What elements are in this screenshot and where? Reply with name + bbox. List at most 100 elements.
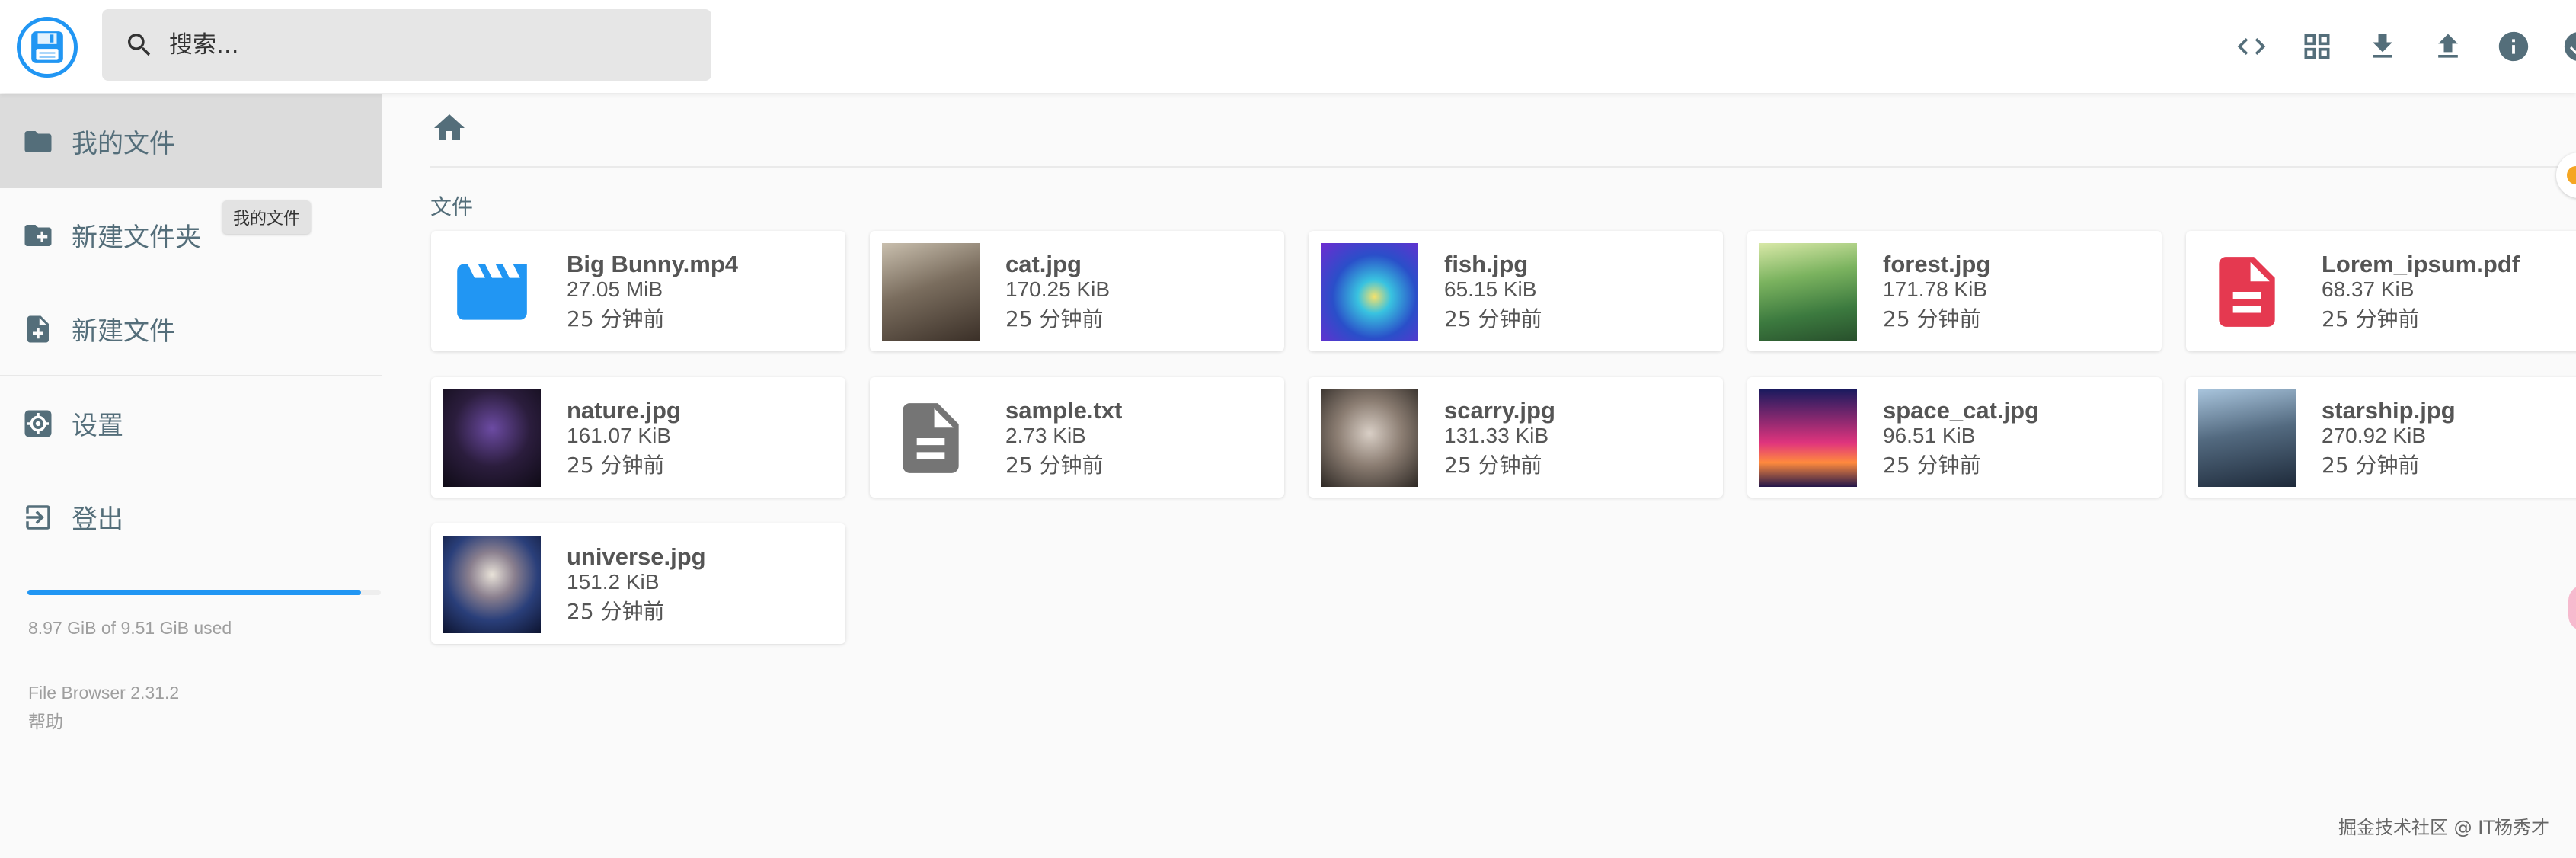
file-size: 151.2 KiB xyxy=(567,570,660,594)
file-card[interactable]: space_cat.jpg 96.51 KiB 25 分钟前 xyxy=(1747,377,2162,498)
video-icon xyxy=(443,243,541,341)
file-size: 170.25 KiB xyxy=(1005,277,1110,301)
pdf-icon xyxy=(2198,243,2296,341)
text-file-icon xyxy=(882,389,980,487)
file-thumbnail xyxy=(1759,389,1857,487)
file-name: sample.txt xyxy=(1005,397,1123,424)
file-size: 171.78 KiB xyxy=(1883,277,1987,301)
file-name: Big Bunny.mp4 xyxy=(567,251,739,277)
new-folder-icon xyxy=(21,219,55,252)
search-icon xyxy=(122,27,157,62)
file-browser-logo[interactable] xyxy=(17,17,78,78)
toggle-code-button[interactable] xyxy=(2224,19,2279,74)
file-modified: 25 分钟前 xyxy=(1444,306,1542,331)
file-size: 2.73 KiB xyxy=(1005,424,1086,447)
search-box[interactable] xyxy=(102,9,711,81)
file-modified: 25 分钟前 xyxy=(567,306,665,331)
sidebar-item-new-folder[interactable]: 新建文件夹 xyxy=(0,188,382,282)
file-name: universe.jpg xyxy=(567,543,706,570)
home-icon xyxy=(434,114,465,140)
file-name: starship.jpg xyxy=(2322,397,2456,424)
file-card[interactable]: scarry.jpg 131.33 KiB 25 分钟前 xyxy=(1309,377,1723,498)
code-icon xyxy=(2237,38,2266,55)
file-thumbnail xyxy=(882,243,980,341)
upload-icon xyxy=(2438,34,2458,58)
floating-widget[interactable] xyxy=(2556,152,2576,198)
file-size: 96.51 KiB xyxy=(1883,424,1976,447)
file-modified: 25 分钟前 xyxy=(567,599,665,624)
info-button[interactable] xyxy=(2486,19,2541,74)
watermark: 掘金技术社区 @ IT杨秀才 xyxy=(2338,817,2549,838)
file-modified: 25 分钟前 xyxy=(1444,453,1542,478)
file-thumbnail xyxy=(1321,243,1418,341)
file-name: nature.jpg xyxy=(567,397,681,424)
download-icon xyxy=(2373,34,2392,58)
file-thumbnail xyxy=(1321,389,1418,487)
download-button[interactable] xyxy=(2355,19,2410,74)
file-name: scarry.jpg xyxy=(1444,397,1555,424)
app-version: File Browser 2.31.2 xyxy=(28,683,180,703)
storage-quota-bar xyxy=(27,590,381,595)
logout-icon xyxy=(21,501,55,534)
sidebar-item-label: 设置 xyxy=(72,411,123,441)
file-card[interactable]: sample.txt 2.73 KiB 25 分钟前 xyxy=(870,377,1284,498)
file-card[interactable]: cat.jpg 170.25 KiB 25 分钟前 xyxy=(870,231,1284,351)
file-size: 161.07 KiB xyxy=(567,424,671,447)
file-size: 270.92 KiB xyxy=(2322,424,2426,447)
file-modified: 25 分钟前 xyxy=(2322,453,2420,478)
select-all-button[interactable] xyxy=(2552,19,2576,74)
floppy-disk-icon xyxy=(31,31,63,63)
file-size: 27.05 MiB xyxy=(567,277,663,301)
sidebar-item-new-file[interactable]: 新建文件 xyxy=(0,282,382,376)
file-name: fish.jpg xyxy=(1444,251,1529,277)
file-modified: 25 分钟前 xyxy=(1883,306,1981,331)
file-modified: 25 分钟前 xyxy=(1005,453,1104,478)
file-card[interactable]: Lorem_ipsum.pdf 68.37 KiB 25 分钟前 xyxy=(2186,231,2576,351)
file-thumbnail xyxy=(2198,389,2296,487)
section-title-files: 文件 xyxy=(430,194,474,219)
sidebar-item-label: 新建文件夹 xyxy=(72,223,201,253)
sidebar-item-label: 我的文件 xyxy=(72,129,175,159)
folder-icon xyxy=(21,125,55,158)
file-modified: 25 分钟前 xyxy=(567,453,665,478)
file-name: Lorem_ipsum.pdf xyxy=(2322,251,2520,277)
file-name: space_cat.jpg xyxy=(1883,397,2040,424)
grid-view-icon xyxy=(2304,34,2330,59)
header-actions xyxy=(2224,19,2576,74)
file-modified: 25 分钟前 xyxy=(2322,306,2420,331)
settings-icon xyxy=(21,407,55,440)
file-name: cat.jpg xyxy=(1005,251,1082,277)
info-icon xyxy=(2498,31,2529,62)
top-bar xyxy=(0,0,2576,93)
upload-button[interactable] xyxy=(2421,19,2475,74)
file-card[interactable]: universe.jpg 151.2 KiB 25 分钟前 xyxy=(431,523,845,644)
file-card[interactable]: starship.jpg 270.92 KiB 25 分钟前 xyxy=(2186,377,2576,498)
file-modified: 25 分钟前 xyxy=(1005,306,1104,331)
file-size: 68.37 KiB xyxy=(2322,277,2415,301)
sidebar-item-label: 登出 xyxy=(72,504,123,535)
file-modified: 25 分钟前 xyxy=(1883,453,1981,478)
sidebar-item-settings[interactable]: 设置 xyxy=(0,376,382,470)
file-size: 131.33 KiB xyxy=(1444,424,1548,447)
tooltip: 我的文件 xyxy=(222,200,312,234)
search-input[interactable] xyxy=(169,31,626,59)
file-card[interactable]: forest.jpg 171.78 KiB 25 分钟前 xyxy=(1747,231,2162,351)
help-link[interactable]: 帮助 xyxy=(28,707,63,733)
file-size: 65.15 KiB xyxy=(1444,277,1537,301)
new-file-icon xyxy=(21,312,55,346)
widget-dot xyxy=(2567,166,2576,184)
floating-widget-secondary[interactable] xyxy=(2568,585,2576,631)
grid-view-button[interactable] xyxy=(2290,19,2344,74)
breadcrumb-home[interactable] xyxy=(431,110,468,146)
file-card[interactable]: fish.jpg 65.15 KiB 25 分钟前 xyxy=(1309,231,1723,351)
select-all-icon xyxy=(2564,32,2576,61)
file-name: forest.jpg xyxy=(1883,251,1991,277)
file-card[interactable]: nature.jpg 161.07 KiB 25 分钟前 xyxy=(431,377,845,498)
breadcrumb-divider xyxy=(430,166,2576,168)
sidebar-item-label: 新建文件 xyxy=(72,316,175,347)
sidebar-item-logout[interactable]: 登出 xyxy=(0,470,382,564)
file-card[interactable]: Big Bunny.mp4 27.05 MiB 25 分钟前 xyxy=(431,231,845,351)
sidebar: 我的文件 新建文件夹 新建文件 设置 登出 8.97 GiB of 9.51 G… xyxy=(0,93,382,858)
storage-quota-text: 8.97 GiB of 9.51 GiB used xyxy=(28,618,232,638)
sidebar-item-my-files[interactable]: 我的文件 xyxy=(0,94,382,188)
